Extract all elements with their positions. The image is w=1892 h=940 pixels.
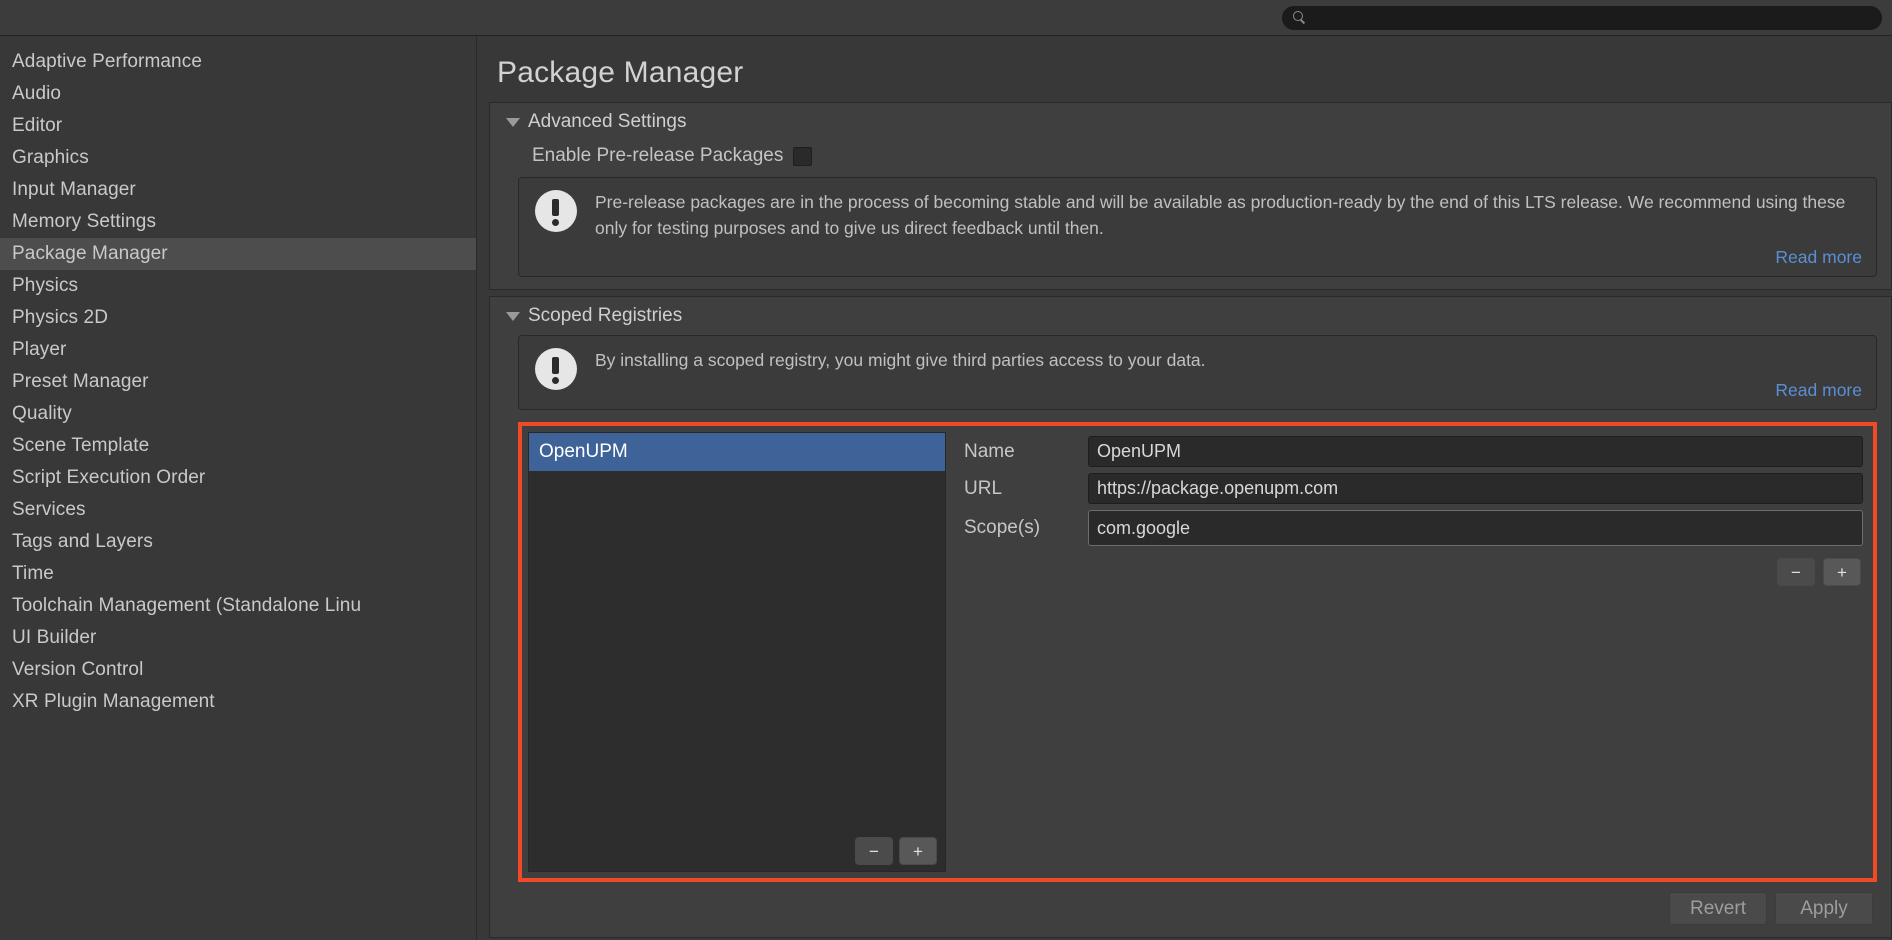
sidebar-item-label: Player <box>12 339 66 361</box>
top-toolbar <box>0 0 1892 36</box>
info-icon <box>533 190 579 236</box>
sidebar-item-label: Memory Settings <box>12 211 156 233</box>
prerelease-help-text: Pre-release packages are in the process … <box>595 192 1845 238</box>
enable-prerelease-checkbox[interactable] <box>793 147 812 166</box>
add-registry-button[interactable]: + <box>899 837 937 865</box>
sidebar-item-label: XR Plugin Management <box>12 691 215 713</box>
sidebar-item-physics[interactable]: Physics <box>0 270 476 302</box>
sidebar-item-label: Version Control <box>12 659 143 681</box>
sidebar-item-input-manager[interactable]: Input Manager <box>0 174 476 206</box>
advanced-settings-panel: Advanced Settings Enable Pre-release Pac… <box>489 102 1892 290</box>
search-box[interactable] <box>1282 6 1882 30</box>
sidebar-item-preset-manager[interactable]: Preset Manager <box>0 366 476 398</box>
sidebar-item-label: UI Builder <box>12 627 96 649</box>
sidebar-item-label: Audio <box>12 83 61 105</box>
registry-name-input[interactable] <box>1088 436 1863 467</box>
sidebar-item-label: Preset Manager <box>12 371 149 393</box>
sidebar-item-label: Script Execution Order <box>12 467 205 489</box>
scope-buttons: − + <box>958 558 1863 586</box>
settings-sidebar[interactable]: Adaptive Performance Audio Editor Graphi… <box>0 36 477 940</box>
sidebar-item-label: Physics 2D <box>12 307 108 329</box>
remove-scope-button[interactable]: − <box>1777 558 1815 586</box>
registry-url-label: URL <box>958 478 1080 500</box>
prerelease-helpbox: Pre-release packages are in the process … <box>518 177 1877 277</box>
remove-registry-button[interactable]: − <box>855 837 893 865</box>
registry-detail-form: Name URL Scope(s) <box>952 432 1867 872</box>
scoped-registry-editor: OpenUPM − + Name <box>522 426 1873 878</box>
registry-list-toolbar: − + <box>529 831 945 871</box>
sidebar-item-label: Tags and Layers <box>12 531 153 553</box>
registry-list[interactable]: OpenUPM − + <box>528 432 946 872</box>
sidebar-item-label: Time <box>12 563 54 585</box>
revert-button[interactable]: Revert <box>1669 892 1767 925</box>
apply-button[interactable]: Apply <box>1775 892 1873 925</box>
scoped-registries-panel: Scoped Registries By installing a scoped… <box>489 296 1892 938</box>
sidebar-item-package-manager[interactable]: Package Manager <box>0 238 476 270</box>
sidebar-item-services[interactable]: Services <box>0 494 476 526</box>
chevron-down-icon <box>506 312 520 321</box>
list-item[interactable]: OpenUPM <box>529 433 945 471</box>
registry-scopes-label: Scope(s) <box>958 517 1080 539</box>
info-icon <box>533 348 579 394</box>
sidebar-item-label: Package Manager <box>12 243 168 265</box>
sidebar-item-memory-settings[interactable]: Memory Settings <box>0 206 476 238</box>
registry-name-row: Name <box>958 436 1863 467</box>
sidebar-item-label: Input Manager <box>12 179 136 201</box>
sidebar-item-label: Physics <box>12 275 78 297</box>
sidebar-item-label: Editor <box>12 115 62 137</box>
chevron-down-icon <box>506 118 520 127</box>
sidebar-item-editor[interactable]: Editor <box>0 110 476 142</box>
sidebar-item-scene-template[interactable]: Scene Template <box>0 430 476 462</box>
registry-list-items: OpenUPM <box>529 433 945 831</box>
scoped-registries-helpbox: By installing a scoped registry, you mig… <box>518 335 1877 410</box>
sidebar-item-label: Services <box>12 499 86 521</box>
sidebar-item-audio[interactable]: Audio <box>0 78 476 110</box>
scoped-registries-label: Scoped Registries <box>528 305 682 327</box>
settings-main-pane: Package Manager Advanced Settings Enable… <box>477 36 1892 940</box>
sidebar-item-version-control[interactable]: Version Control <box>0 654 476 686</box>
sidebar-item-player[interactable]: Player <box>0 334 476 366</box>
registry-footer-buttons: Revert Apply <box>490 892 1891 937</box>
registry-url-row: URL <box>958 473 1863 504</box>
scoped-registries-help-text: By installing a scoped registry, you mig… <box>595 350 1206 370</box>
registry-url-input[interactable] <box>1088 473 1863 504</box>
sidebar-item-label: Adaptive Performance <box>12 51 202 73</box>
scoped-registries-foldout[interactable]: Scoped Registries <box>490 297 1891 335</box>
advanced-settings-foldout[interactable]: Advanced Settings <box>490 103 1891 141</box>
sidebar-item-graphics[interactable]: Graphics <box>0 142 476 174</box>
sidebar-item-script-execution-order[interactable]: Script Execution Order <box>0 462 476 494</box>
sidebar-item-label: Graphics <box>12 147 89 169</box>
page-title: Package Manager <box>489 50 1892 102</box>
registry-name-label: Name <box>958 441 1080 463</box>
sidebar-item-ui-builder[interactable]: UI Builder <box>0 622 476 654</box>
search-input[interactable] <box>1313 10 1871 25</box>
body-split: Adaptive Performance Audio Editor Graphi… <box>0 36 1892 940</box>
sidebar-item-adaptive-performance[interactable]: Adaptive Performance <box>0 46 476 78</box>
sidebar-item-toolchain-management[interactable]: Toolchain Management (Standalone Linu <box>0 590 476 622</box>
advanced-settings-label: Advanced Settings <box>528 111 686 133</box>
add-scope-button[interactable]: + <box>1823 558 1861 586</box>
search-icon <box>1293 11 1306 24</box>
registry-scopes-row: Scope(s) <box>958 510 1863 546</box>
sidebar-item-xr-plugin-management[interactable]: XR Plugin Management <box>0 686 476 718</box>
registry-list-item-label: OpenUPM <box>539 441 628 463</box>
sidebar-item-label: Scene Template <box>12 435 149 457</box>
sidebar-item-quality[interactable]: Quality <box>0 398 476 430</box>
sidebar-item-label: Quality <box>12 403 72 425</box>
registry-scopes-input[interactable] <box>1088 510 1863 546</box>
prerelease-read-more-link[interactable]: Read more <box>595 247 1862 268</box>
enable-prerelease-row: Enable Pre-release Packages <box>490 141 1891 177</box>
scoped-registries-read-more-link[interactable]: Read more <box>595 380 1862 401</box>
sidebar-item-tags-and-layers[interactable]: Tags and Layers <box>0 526 476 558</box>
sidebar-item-physics-2d[interactable]: Physics 2D <box>0 302 476 334</box>
sidebar-item-label: Toolchain Management (Standalone Linu <box>12 595 361 617</box>
enable-prerelease-label: Enable Pre-release Packages <box>532 145 783 167</box>
settings-window: Adaptive Performance Audio Editor Graphi… <box>0 0 1892 940</box>
sidebar-item-time[interactable]: Time <box>0 558 476 590</box>
scoped-registry-editor-highlight: OpenUPM − + Name <box>518 422 1877 882</box>
